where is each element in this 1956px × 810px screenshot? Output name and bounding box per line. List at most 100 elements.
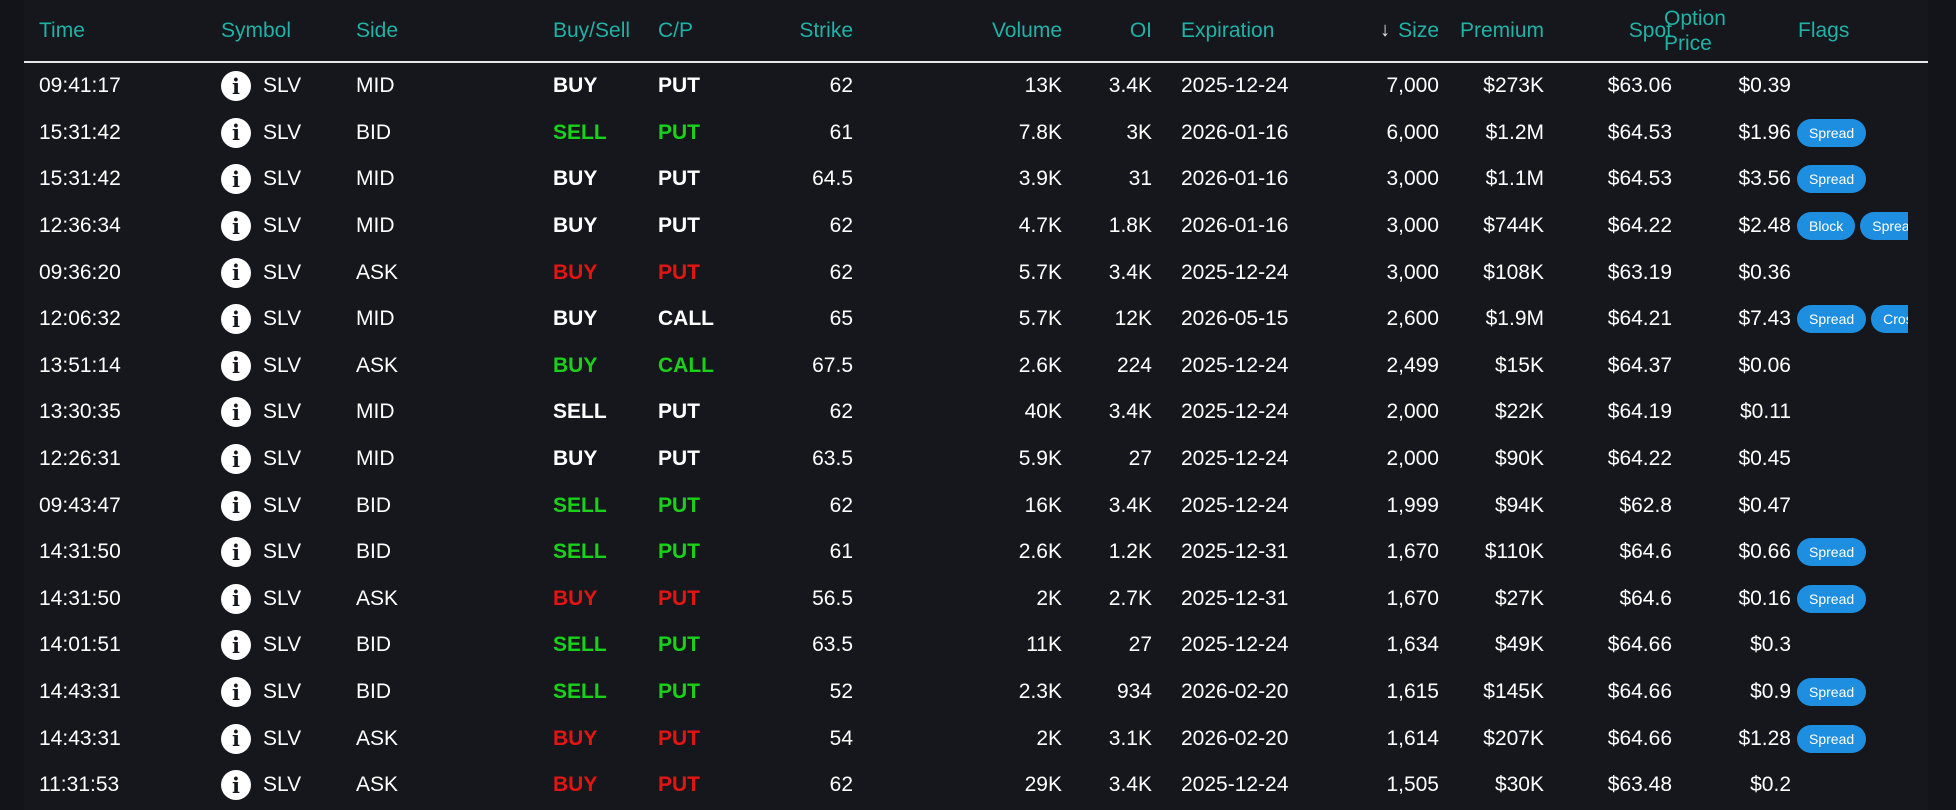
col-header-buysell[interactable]: Buy/Sell [553, 0, 630, 61]
info-icon[interactable]: i [221, 164, 251, 195]
cell-spot: $64.66 [1607, 633, 1672, 657]
col-header-oi[interactable]: OI [1084, 0, 1152, 61]
table-row[interactable]: 15:31:42 i SLV BID SELL PUT 61 7.8K 3K 2… [24, 110, 1928, 157]
table-row[interactable]: 12:36:34 i SLV MID BUY PUT 62 4.7K 1.8K … [24, 203, 1928, 250]
cell-spot: $64.66 [1607, 726, 1672, 750]
cell-volume: 2K [1036, 586, 1062, 610]
col-header-option-price-line1: Option [1664, 6, 1726, 30]
table-row[interactable]: 14:43:31 i SLV ASK BUY PUT 54 2K 3.1K 20… [24, 715, 1928, 762]
cell-time: 15:31:42 [39, 120, 121, 144]
cell-premium: $22K [1494, 400, 1544, 424]
cell-symbol: i SLV [221, 203, 301, 250]
col-header-expiration-label: Expiration [1181, 19, 1275, 42]
col-header-strike[interactable]: Strike [764, 0, 853, 61]
col-header-side-label: Side [356, 19, 399, 42]
info-icon[interactable]: i [221, 677, 251, 708]
cell-size: 1,615 [1386, 680, 1439, 704]
cell-buysell: BUY [553, 447, 598, 471]
info-icon[interactable]: i [221, 211, 251, 242]
table-row[interactable]: 14:43:31 i SLV BID SELL PUT 52 2.3K 934 … [24, 669, 1928, 716]
cell-symbol: i SLV [221, 669, 301, 716]
flag-badge[interactable]: Spread [1797, 538, 1867, 567]
info-icon[interactable]: i [221, 630, 251, 661]
flag-badge[interactable]: Cross [1871, 305, 1908, 334]
info-icon[interactable]: i [221, 583, 251, 614]
flag-badge[interactable]: Spread [1797, 118, 1867, 147]
cell-expiration: 2025-12-24 [1181, 400, 1289, 424]
cell-cp: PUT [658, 447, 700, 471]
col-header-spot[interactable]: Spot [1564, 0, 1672, 61]
info-icon[interactable]: i [221, 304, 251, 335]
flag-badge[interactable]: Spread [1797, 724, 1867, 753]
flag-badge[interactable]: Spread [1797, 584, 1867, 613]
col-header-size[interactable]: ↓ Size [1324, 0, 1439, 61]
cell-option-price: $0.45 [1738, 447, 1791, 471]
cell-premium: $30K [1494, 773, 1544, 797]
info-icon[interactable]: i [221, 537, 251, 568]
table-row[interactable]: 14:01:51 i SLV BID SELL PUT 63.5 11K 27 … [24, 622, 1928, 669]
cell-volume: 40K [1024, 400, 1062, 424]
symbol-label: SLV [263, 307, 302, 331]
cell-strike: 62 [829, 400, 853, 424]
cell-expiration: 2026-02-20 [1181, 680, 1289, 704]
table-row[interactable]: 14:31:50 i SLV ASK BUY PUT 56.5 2K 2.7K … [24, 576, 1928, 623]
col-header-volume[interactable]: Volume [964, 0, 1062, 61]
info-icon[interactable]: i [221, 350, 251, 381]
cell-buysell: BUY [553, 586, 598, 610]
flag-badge[interactable]: Spread [1860, 212, 1908, 241]
col-header-cp[interactable]: C/P [658, 0, 693, 61]
col-header-premium[interactable]: Premium [1449, 0, 1544, 61]
cell-side: ASK [356, 773, 399, 797]
symbol-label: SLV [263, 540, 302, 564]
cell-size: 1,505 [1386, 773, 1439, 797]
col-header-symbol[interactable]: Symbol [221, 0, 291, 61]
flag-badge[interactable]: Block [1797, 212, 1856, 241]
flag-badge[interactable]: Spread [1797, 165, 1867, 194]
cell-strike: 52 [829, 680, 853, 704]
cell-spot: $64.53 [1607, 120, 1672, 144]
cell-strike: 67.5 [812, 353, 853, 377]
cell-volume: 3.9K [1018, 167, 1062, 191]
col-header-flags[interactable]: Flags [1798, 0, 1849, 61]
cell-expiration: 2025-12-24 [1181, 447, 1289, 471]
table-row[interactable]: 14:31:50 i SLV BID SELL PUT 61 2.6K 1.2K… [24, 529, 1928, 576]
col-header-expiration[interactable]: Expiration [1181, 0, 1274, 61]
cell-side: MID [356, 214, 395, 238]
table-row[interactable]: 11:31:53 i SLV ASK BUY PUT 62 29K 3.4K 2… [24, 762, 1928, 809]
cell-option-price: $3.56 [1738, 167, 1791, 191]
cell-size: 1,670 [1386, 586, 1439, 610]
flag-badge[interactable]: Spread [1797, 678, 1867, 707]
table-row[interactable]: 09:41:17 i SLV MID BUY PUT 62 13K 3.4K 2… [24, 63, 1928, 110]
table-row[interactable]: 15:31:42 i SLV MID BUY PUT 64.5 3.9K 31 … [24, 156, 1928, 203]
cell-expiration: 2025-12-31 [1181, 586, 1289, 610]
info-icon[interactable]: i [221, 257, 251, 288]
table-row[interactable]: 09:36:20 i SLV ASK BUY PUT 62 5.7K 3.4K … [24, 249, 1928, 296]
cell-option-price: $7.43 [1738, 307, 1791, 331]
col-header-time[interactable]: Time [39, 0, 85, 61]
flag-badge[interactable]: Spread [1797, 305, 1867, 334]
cell-flags: Spread [1797, 576, 1908, 623]
cell-buysell: BUY [553, 307, 598, 331]
cell-volume: 2.6K [1018, 540, 1062, 564]
info-icon[interactable]: i [221, 723, 251, 754]
info-icon[interactable]: i [221, 117, 251, 148]
cell-symbol: i SLV [221, 436, 301, 483]
info-icon[interactable]: i [221, 770, 251, 801]
table-row[interactable]: 13:51:14 i SLV ASK BUY CALL 67.5 2.6K 22… [24, 343, 1928, 390]
info-icon[interactable]: i [221, 490, 251, 521]
arrow-down-icon[interactable]: ↓ [1380, 18, 1390, 43]
col-header-option-price[interactable]: Option Price [1664, 0, 1726, 61]
table-row[interactable]: 13:30:35 i SLV MID SELL PUT 62 40K 3.4K … [24, 389, 1928, 436]
col-header-side[interactable]: Side [356, 0, 398, 61]
table-row[interactable]: 12:26:31 i SLV MID BUY PUT 63.5 5.9K 27 … [24, 436, 1928, 483]
info-icon[interactable]: i [221, 71, 251, 102]
cell-cp: CALL [658, 353, 714, 377]
cell-spot: $64.6 [1619, 540, 1672, 564]
table-row[interactable]: 12:06:32 i SLV MID BUY CALL 65 5.7K 12K … [24, 296, 1928, 343]
col-header-volume-label: Volume [991, 19, 1062, 42]
table-row[interactable]: 09:43:47 i SLV BID SELL PUT 62 16K 3.4K … [24, 482, 1928, 529]
cell-size: 3,000 [1386, 214, 1439, 238]
cell-option-price: $0.36 [1738, 260, 1791, 284]
info-icon[interactable]: i [221, 444, 251, 475]
info-icon[interactable]: i [221, 397, 251, 428]
